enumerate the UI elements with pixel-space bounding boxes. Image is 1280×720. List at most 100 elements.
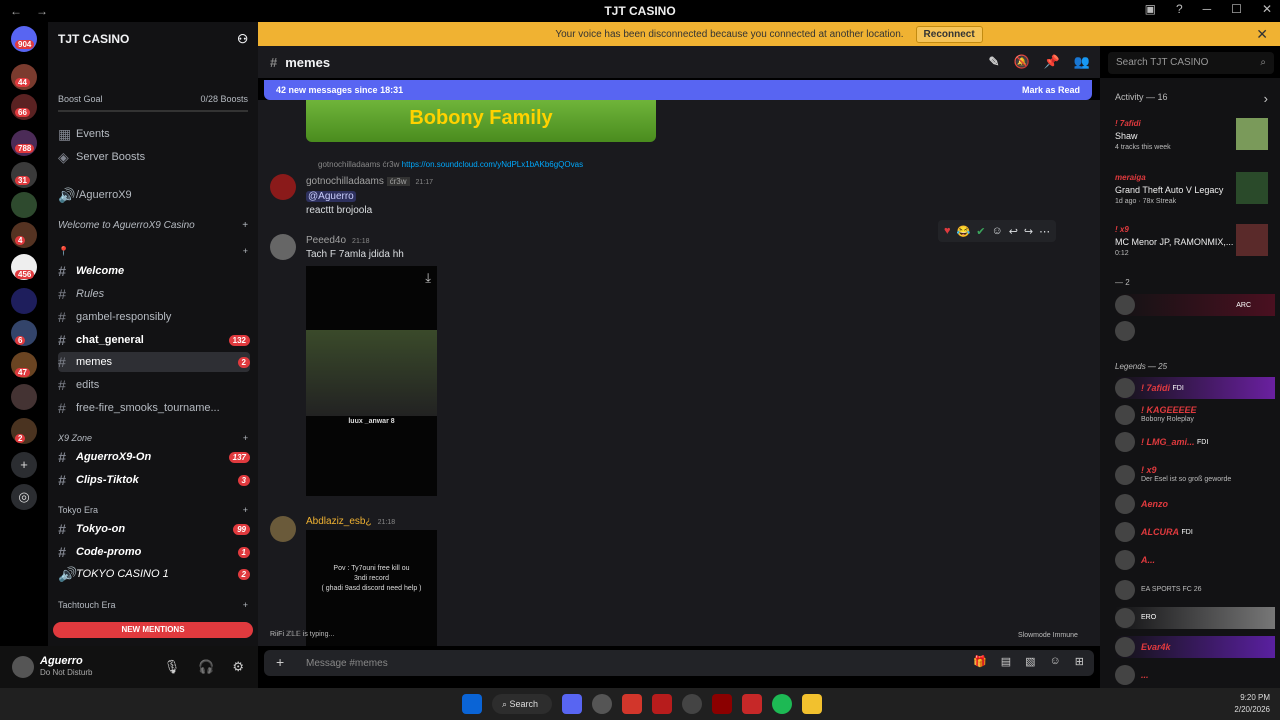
pin-icon[interactable]: 📌 [1044, 54, 1060, 70]
server-boosts-item[interactable]: ◈ Server Boosts [58, 147, 250, 167]
channel-memes[interactable]: # memes 2 [58, 352, 250, 372]
member-item[interactable]: ! 7afidi FDI [1115, 377, 1275, 399]
channel-edits[interactable]: # edits [58, 375, 250, 395]
apps-icon[interactable]: ⊞ [1075, 655, 1084, 668]
heart-reaction-icon[interactable]: ♥ [944, 225, 951, 237]
channel-gambel[interactable]: # gambel-responsibly [58, 307, 250, 327]
category-pin[interactable]: 📍 + [58, 246, 248, 257]
server-icon[interactable] [11, 222, 37, 248]
server-icon[interactable] [11, 192, 37, 218]
more-icon[interactable]: ⋯ [1039, 225, 1050, 238]
app-icon[interactable] [682, 694, 702, 714]
close-button[interactable]: ✕ [1262, 2, 1272, 16]
inbox-icon[interactable]: ▣ [1145, 2, 1156, 16]
add-channel-icon[interactable]: + [243, 433, 248, 443]
reconnect-button[interactable]: Reconnect [915, 25, 983, 43]
maximize-button[interactable]: ☐ [1231, 2, 1242, 16]
gif-icon[interactable]: ▤ [1001, 655, 1011, 668]
member-item[interactable]: ARC [1115, 294, 1275, 316]
mark-as-read-button[interactable]: Mark as Read [1022, 85, 1080, 95]
member-item[interactable]: ! LMG_ami... FDI [1115, 431, 1275, 453]
message-author[interactable]: gotnochilladaams ćr3w 21:17 [306, 176, 433, 187]
message-author[interactable]: Peeed4o 21:18 [306, 235, 370, 246]
member-item[interactable]: ! x9 Der Esel ist so groß geworde [1115, 464, 1275, 486]
member-item[interactable]: ALCURA FDI [1115, 521, 1275, 543]
member-item[interactable] [1115, 320, 1275, 342]
category-welcome[interactable]: Welcome to AguerroX9 Casino + [58, 220, 248, 231]
channel-rules[interactable]: # Rules [58, 284, 250, 304]
add-member-icon[interactable]: ⚇ [237, 32, 248, 46]
reply-preview[interactable]: gotnochilladaams ćr3w https://on.soundcl… [318, 160, 583, 169]
video-attachment[interactable]: ⤓ luux _anwar 8 [306, 266, 437, 496]
download-icon[interactable]: ⤓ [425, 270, 431, 286]
acrobat-app-icon[interactable] [652, 694, 672, 714]
avatar[interactable] [12, 656, 34, 678]
headphones-icon[interactable]: 🎧 [198, 659, 214, 675]
gift-icon[interactable]: 🎁 [973, 655, 987, 668]
voice-channel-agx[interactable]: 🔊/AguerroX9 [58, 185, 250, 205]
avatar[interactable] [270, 234, 296, 260]
discover-icon[interactable]: ◎ [11, 484, 37, 510]
search-input[interactable]: Search TJT CASINO ⌕ [1108, 52, 1274, 74]
microphone-icon[interactable]: 🎙 [164, 659, 181, 675]
system-clock[interactable]: 9:20 PM 2/20/2026 [1234, 692, 1270, 716]
new-messages-bar[interactable]: 42 new messages since 18:31 Mark as Read [264, 80, 1092, 100]
app-icon[interactable] [592, 694, 612, 714]
help-icon[interactable]: ? [1176, 2, 1183, 16]
channel-aguerrox9-on[interactable]: # AguerroX9-On 137 [58, 447, 250, 467]
member-item[interactable]: Aenzo [1115, 493, 1275, 515]
settings-gear-icon[interactable]: ⚙ [232, 659, 244, 675]
channel-free-fire[interactable]: # free-fire_smooks_tourname... [58, 398, 250, 418]
file-explorer-icon[interactable] [802, 694, 822, 714]
forward-icon[interactable]: ↪ [1024, 225, 1033, 238]
boost-goal[interactable]: Boost Goal 0/28 Boosts [58, 94, 248, 104]
channel-code-promo[interactable]: # Code-promo 1 [58, 542, 250, 562]
channel-chat-general[interactable]: # chat_general 132 [58, 330, 250, 350]
member-item[interactable]: Evar4k [1115, 636, 1275, 658]
member-item[interactable]: A... [1115, 549, 1275, 571]
add-channel-icon[interactable]: + [243, 505, 248, 515]
emoji-icon[interactable]: ☺ [1050, 655, 1061, 668]
server-icon[interactable] [11, 384, 37, 410]
spotify-app-icon[interactable] [772, 694, 792, 714]
app-icon[interactable] [712, 694, 732, 714]
channel-tokyo-on[interactable]: # Tokyo-on 99 [58, 519, 250, 539]
user-mention[interactable]: @Aguerro [306, 191, 356, 202]
category-x9[interactable]: X9 Zone + [58, 433, 248, 443]
threads-icon[interactable]: ✎ [989, 54, 1000, 70]
add-attachment-icon[interactable]: + [276, 654, 284, 670]
members-icon[interactable]: 👥 [1074, 54, 1090, 70]
sticker-icon[interactable]: ▧ [1025, 655, 1035, 668]
events-item[interactable]: ▦ Events [58, 124, 250, 144]
category-tokyo[interactable]: Tokyo Era + [58, 505, 248, 515]
add-channel-icon[interactable]: + [242, 220, 248, 231]
check-reaction-icon[interactable]: ✔ [976, 225, 985, 238]
notifications-icon[interactable]: 🔕 [1013, 54, 1029, 70]
user-info[interactable]: Aguerro Do Not Disturb [40, 656, 92, 678]
taskbar-search[interactable]: ⌕ Search [492, 694, 552, 714]
close-icon[interactable]: ✕ [1256, 26, 1268, 43]
folder-icon[interactable] [11, 288, 37, 314]
avatar[interactable] [270, 174, 296, 200]
new-mentions-button[interactable]: NEW MENTIONS [53, 622, 253, 638]
message-author[interactable]: Abdlaziz_esb¿ 21:18 [306, 516, 395, 527]
minimize-button[interactable]: ─ [1203, 2, 1212, 16]
channel-welcome[interactable]: # Welcome [58, 261, 250, 281]
channel-tokyo-casino[interactable]: 🔊 TOKYO CASINO 1 2 [58, 564, 250, 584]
add-reaction-icon[interactable]: ☺ [991, 225, 1002, 237]
add-channel-icon[interactable]: + [243, 246, 248, 257]
member-item[interactable]: ... [1115, 664, 1275, 686]
start-icon[interactable] [462, 694, 482, 714]
chevron-right-icon[interactable]: › [1264, 91, 1268, 106]
add-server-icon[interactable]: + [11, 452, 37, 478]
video-attachment[interactable]: Pov : Ty7ouni free kill ou 3ndi record (… [306, 530, 437, 646]
activity-header[interactable]: Activity — 16 [1115, 92, 1168, 102]
laugh-reaction-icon[interactable]: 😂 [957, 225, 971, 238]
app-icon[interactable] [742, 694, 762, 714]
add-channel-icon[interactable]: + [243, 600, 248, 610]
message-composer[interactable]: + Message #memes 🎁 ▤ ▧ ☺ ⊞ [264, 650, 1094, 676]
reply-icon[interactable]: ↩ [1009, 225, 1018, 238]
server-header[interactable]: TJT CASINO ⚇ [48, 22, 258, 56]
channel-clips-tiktok[interactable]: # Clips-Tiktok 3 [58, 470, 250, 490]
activity-item[interactable]: ! x9 MC Menor JP, RAMONMIX,... 0:12 [1115, 224, 1233, 260]
